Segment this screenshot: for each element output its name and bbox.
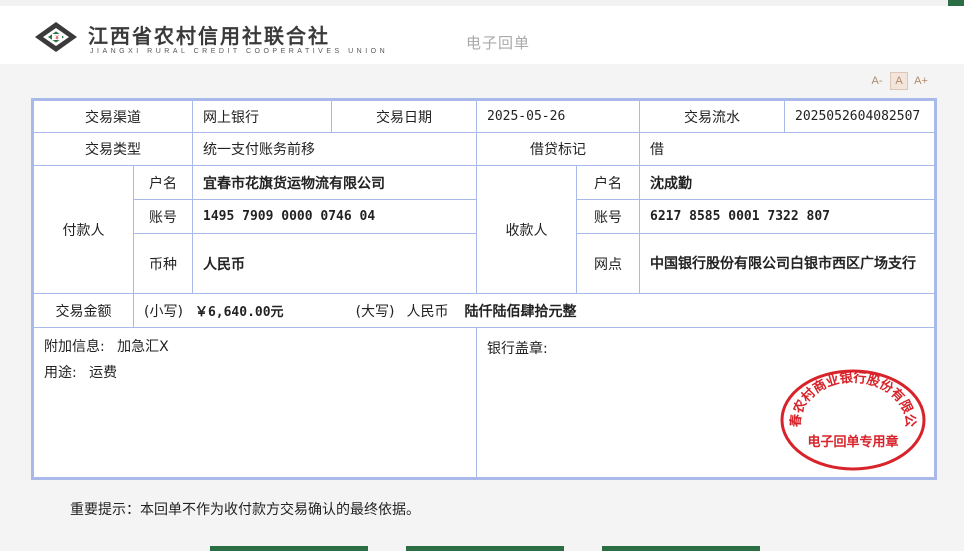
stamp-ring-text: 宜春农村商业银行股份有限公司: [778, 368, 917, 429]
header: ¥ 江西省农村信用社联合社 JIANGXI RURAL CREDIT COOPE…: [0, 6, 964, 64]
debit-credit-value: 借: [639, 132, 935, 166]
extra-info-line: 附加信息: 加急汇X: [44, 334, 169, 360]
payee-branch-label: 网点: [576, 233, 640, 294]
amount-small-label: (小写): [144, 303, 183, 320]
payer-account-label: 账号: [133, 199, 193, 234]
font-increase-button[interactable]: A+: [912, 72, 930, 90]
channel-value: 网上银行: [192, 100, 332, 133]
payee-name-label: 户名: [576, 165, 640, 200]
receipt-title: 电子回单: [466, 34, 531, 52]
action-button-2[interactable]: [406, 546, 564, 551]
font-decrease-button[interactable]: A-: [868, 72, 886, 90]
payer-name-value: 宜春市花旗货运物流有限公司: [192, 165, 477, 200]
action-button-1[interactable]: [210, 546, 368, 551]
debit-credit-label: 借贷标记: [476, 132, 640, 166]
amount-big-label: (大写): [355, 303, 395, 320]
bank-seal-label: 银行盖章:: [487, 341, 548, 357]
date-value: 2025-05-26: [476, 100, 640, 133]
extra-info-label: 附加信息:: [44, 339, 105, 355]
payee-account-label: 账号: [576, 199, 640, 234]
payer-currency-label: 币种: [133, 233, 193, 294]
type-value: 统一支付账务前移: [192, 132, 477, 166]
amount-row: (小写) ￥6,640.00元 (大写) 人民币 陆仟陆佰肆拾元整: [133, 293, 935, 328]
usage-value: 运费: [89, 365, 118, 381]
serial-label: 交易流水: [639, 100, 785, 133]
extra-info-value: 加急汇X: [117, 339, 169, 355]
type-label: 交易类型: [33, 132, 193, 166]
date-label: 交易日期: [331, 100, 477, 133]
font-normal-button[interactable]: A: [890, 72, 908, 90]
org-english-name: JIANGXI RURAL CREDIT COOPERATIVES UNION: [90, 48, 389, 55]
font-size-tools: A- A A+: [868, 72, 930, 90]
payee-branch-value: 中国银行股份有限公司白银市西区广场支行: [639, 233, 935, 294]
extra-info: 附加信息: 加急汇X 用途: 运费: [33, 327, 477, 478]
stamp-center-text: 电子回单专用章: [807, 434, 898, 450]
amount-big-currency: 人民币: [406, 303, 449, 320]
channel-label: 交易渠道: [33, 100, 193, 133]
payee-label: 收款人: [476, 165, 577, 294]
svg-text:宜春农村商业银行股份有限公司: 宜春农村商业银行股份有限公司: [778, 368, 917, 429]
important-notice: 重要提示：本回单不作为收付款方交易确认的最终依据。: [70, 502, 420, 518]
amount-small-value: ￥6,640.00元: [194, 305, 284, 320]
rcc-logo-icon: ¥: [35, 22, 77, 52]
payer-currency-value: 人民币: [192, 233, 477, 294]
usage-line: 用途: 运费: [44, 360, 117, 386]
serial-value: 2025052604082507: [784, 100, 935, 133]
payer-label: 付款人: [33, 165, 134, 294]
action-button-3[interactable]: [602, 546, 760, 551]
usage-label: 用途:: [44, 365, 77, 381]
amount-big-value: 陆仟陆佰肆拾元整: [464, 303, 577, 320]
payee-account-value: 6217 8585 0001 7322 807: [639, 199, 935, 234]
org-name: 江西省农村信用社联合社: [88, 24, 330, 48]
payer-name-label: 户名: [133, 165, 193, 200]
payer-account-value: 1495 7909 0000 0746 04: [192, 199, 477, 234]
amount-label: 交易金额: [33, 293, 134, 328]
payee-name-value: 沈成勤: [639, 165, 935, 200]
bank-seal-stamp-icon: 宜春农村商业银行股份有限公司 电子回单专用章: [778, 368, 926, 471]
